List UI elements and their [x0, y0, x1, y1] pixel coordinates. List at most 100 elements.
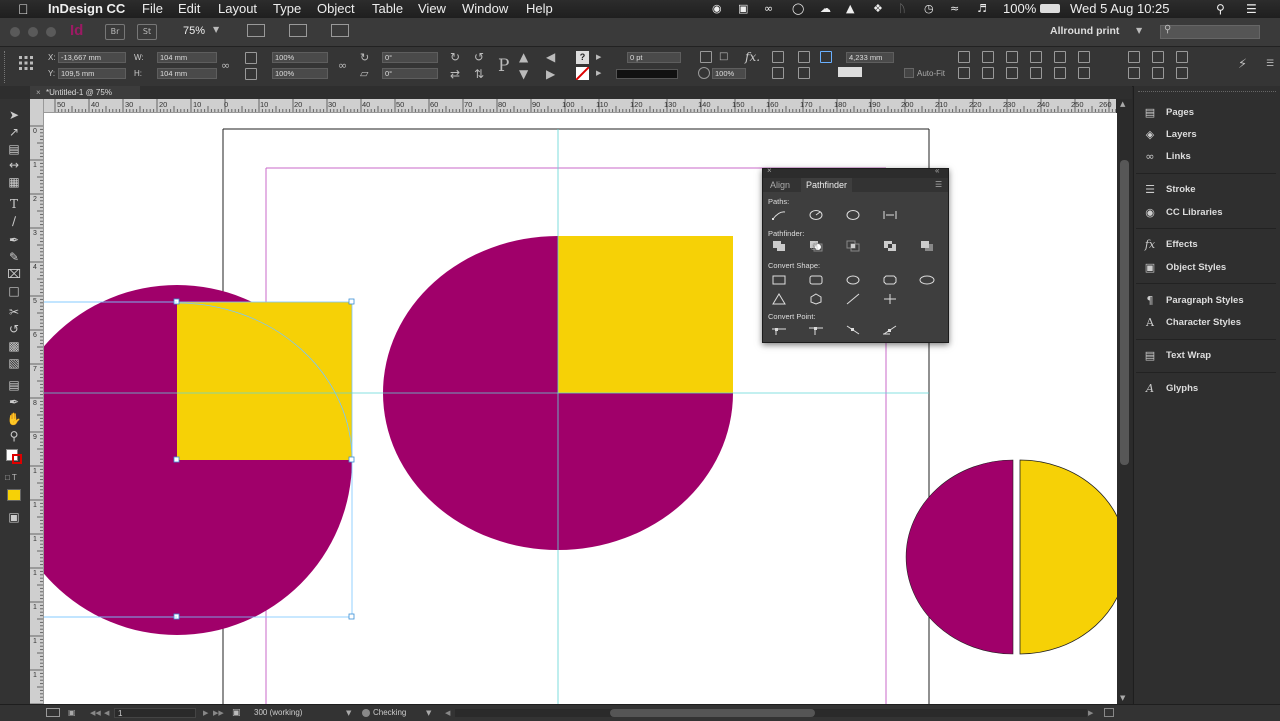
distribute-bottom-icon[interactable]: [1078, 67, 1090, 79]
eyedropper-tool-icon[interactable]: ✒: [5, 394, 23, 410]
corner-shape-dropdown[interactable]: [838, 67, 862, 77]
preflight-menu-icon[interactable]: ▼: [426, 705, 431, 721]
align-to-selection-icon[interactable]: [1176, 51, 1188, 63]
menu-type[interactable]: Type: [273, 0, 301, 18]
fx-icon[interactable]: fx.: [745, 50, 760, 64]
panel-paragraph-styles[interactable]: Paragraph Styles: [1166, 294, 1244, 308]
pathfinder-panel-header[interactable]: × «: [763, 166, 948, 178]
links-icon[interactable]: ∞: [1142, 150, 1158, 164]
rectangle-frame-tool-icon[interactable]: ⌧: [5, 266, 23, 282]
clock[interactable]: Wed 5 Aug 10:25: [1070, 0, 1170, 18]
convert-inverse-rounded-icon[interactable]: [882, 274, 898, 286]
align-middle-icon[interactable]: [1054, 51, 1066, 63]
distribute-spacing-icon[interactable]: [1176, 67, 1188, 79]
scroll-right-icon[interactable]: ▶: [1088, 705, 1093, 721]
apple-icon[interactable]: : [18, 0, 29, 18]
bluetooth-icon[interactable]: ᚢ: [899, 0, 906, 18]
y-position-field[interactable]: 109,5 mm: [58, 68, 126, 79]
menu-object[interactable]: Object: [317, 0, 355, 18]
yellow-half-right[interactable]: [1019, 459, 1117, 655]
menu-app-name[interactable]: InDesign CC: [48, 0, 125, 18]
split-window-icon[interactable]: [1104, 708, 1114, 717]
search-input[interactable]: ⚲: [1160, 24, 1260, 39]
cloud-icon[interactable]: ☁: [820, 0, 831, 18]
content-collector-icon[interactable]: ▦: [5, 174, 23, 190]
document-canvas[interactable]: [44, 113, 1117, 705]
pen-tool-icon[interactable]: ✒: [5, 232, 23, 248]
type-tool-icon[interactable]: T: [5, 196, 23, 212]
menu-window[interactable]: Window: [462, 0, 508, 18]
stock-button[interactable]: St: [137, 24, 157, 40]
hand-tool-icon[interactable]: ✋: [5, 411, 23, 427]
distribute-left-icon[interactable]: [958, 67, 970, 79]
first-page-icon[interactable]: ◀◀: [90, 705, 101, 721]
volume-icon[interactable]: ♬: [977, 0, 987, 18]
window-minimize-button[interactable]: [28, 27, 38, 37]
horizontal-scrollbar-thumb[interactable]: [610, 709, 815, 717]
reverse-path-icon[interactable]: [882, 209, 898, 221]
horizontal-ruler[interactable]: 50 40 30 20 10 0 10 20 30 40 50 60 70 80…: [44, 99, 1116, 113]
flip-vertical-icon[interactable]: ⇅: [474, 67, 484, 81]
selection-tool-icon[interactable]: ➤: [5, 107, 23, 123]
distribute-center-icon[interactable]: [982, 67, 994, 79]
select-container-icon[interactable]: ▲: [519, 50, 528, 64]
scissors-tool-icon[interactable]: ✂: [5, 304, 23, 320]
direct-selection-tool-icon[interactable]: ↗: [5, 124, 23, 140]
symmetrical-point-icon[interactable]: [882, 324, 898, 336]
gradient-swatch-tool-icon[interactable]: ▩: [5, 338, 23, 354]
rotation-field[interactable]: 0°: [382, 52, 438, 63]
flip-horizontal-icon[interactable]: ⇄: [450, 67, 460, 81]
profile-dropdown-icon[interactable]: ▼: [346, 705, 351, 721]
cc-libraries-icon[interactable]: ◉: [1142, 206, 1158, 220]
convert-line-icon[interactable]: [845, 293, 861, 305]
apply-color-icon[interactable]: [7, 489, 21, 501]
zoom-dropdown-icon[interactable]: ▼: [213, 25, 219, 34]
formatting-container-icon[interactable]: □ T: [5, 473, 17, 482]
align-top-icon[interactable]: [1030, 51, 1042, 63]
menu-file[interactable]: File: [142, 0, 163, 18]
menu-view[interactable]: View: [418, 0, 446, 18]
constrain-scale-icon[interactable]: ∞: [338, 59, 347, 72]
scroll-down-icon[interactable]: ▼: [1120, 694, 1125, 702]
document-tab[interactable]: × *Untitled-1 @ 75%: [30, 86, 140, 99]
panel-pages[interactable]: Pages: [1166, 106, 1194, 120]
line-tool-icon[interactable]: ∕: [5, 213, 23, 229]
open-page-icon[interactable]: ▣: [232, 705, 241, 721]
preview-mode-icon[interactable]: [46, 708, 60, 717]
autofit-checkbox[interactable]: [904, 68, 914, 78]
time-machine-icon[interactable]: ◷: [924, 0, 934, 18]
object-styles-icon[interactable]: [772, 67, 784, 79]
previous-page-icon[interactable]: ◀: [104, 705, 109, 721]
opacity-field[interactable]: 100%: [712, 68, 746, 79]
align-left-icon[interactable]: [958, 51, 970, 63]
wifi-icon[interactable]: ≈: [950, 0, 959, 18]
shear-field[interactable]: 0°: [382, 68, 438, 79]
tab-align[interactable]: Align: [765, 178, 795, 192]
creative-cloud-icon[interactable]: ∞: [764, 0, 773, 18]
distribute-middle-icon[interactable]: [1054, 67, 1066, 79]
frame-fitting-icon[interactable]: [798, 67, 810, 79]
fill-dropdown-icon[interactable]: ▶: [596, 53, 601, 61]
clear-effects-icon[interactable]: [772, 51, 784, 63]
constrain-proportions-icon[interactable]: ∞: [221, 59, 230, 72]
close-path-icon[interactable]: [845, 209, 861, 221]
effects-icon[interactable]: □: [719, 51, 728, 62]
panel-cc-libraries[interactable]: CC Libraries: [1166, 206, 1223, 220]
text-wrap-panel-icon[interactable]: ▤: [1142, 349, 1158, 363]
minus-back-icon[interactable]: [919, 240, 935, 252]
convert-triangle-icon[interactable]: [771, 293, 787, 305]
object-styles-panel-icon[interactable]: ▣: [1142, 261, 1158, 275]
note-tool-icon[interactable]: ▤: [5, 377, 23, 393]
workspace-switcher[interactable]: Allround print: [1050, 25, 1119, 37]
last-page-icon[interactable]: ▶▶: [213, 705, 224, 721]
align-center-icon[interactable]: [982, 51, 994, 63]
effects-panel-icon[interactable]: fx: [1142, 238, 1158, 252]
notification-center-icon[interactable]: ☰: [1246, 0, 1257, 18]
height-field[interactable]: 104 mm: [157, 68, 217, 79]
distribute-space-h-icon[interactable]: [1128, 51, 1140, 63]
rotate-ccw-icon[interactable]: ↺: [474, 50, 484, 64]
panel-stroke[interactable]: Stroke: [1166, 183, 1196, 197]
app-status-icon[interactable]: ▣: [738, 0, 748, 18]
select-next-icon[interactable]: ▶: [546, 67, 555, 81]
paragraph-styles-icon[interactable]: ¶: [1142, 294, 1158, 308]
